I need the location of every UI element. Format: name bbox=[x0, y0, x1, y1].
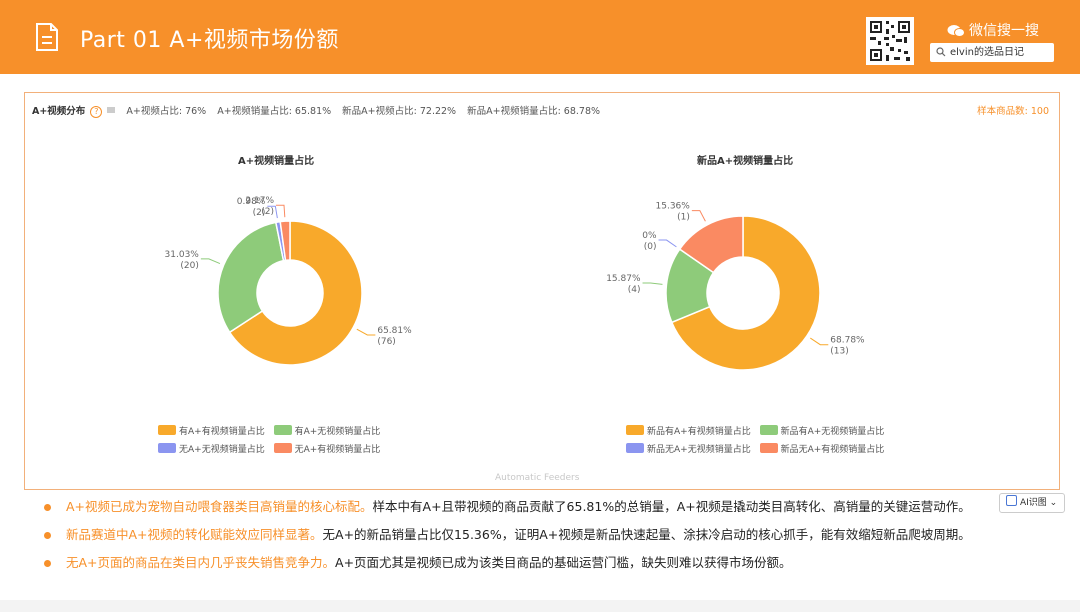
search-icon bbox=[936, 47, 946, 57]
bullet-item: 无A+页面的商品在类目内几乎丧失销售竞争力。A+页面尤其是视频已成为该类目商品的… bbox=[44, 554, 971, 582]
legend-item[interactable]: 新品有A+无视频销量占比 bbox=[759, 424, 884, 437]
bullet-item: A+视频已成为宠物自动喂食器类目高销量的核心标配。样本中有A+且带视频的商品贡献… bbox=[44, 498, 971, 526]
legend-item[interactable]: 新品无A+无视频销量占比 bbox=[626, 442, 751, 455]
slice-percent-label: 15.87% bbox=[606, 274, 641, 284]
bottom-margin bbox=[0, 600, 1080, 612]
legend-item[interactable]: 有A+有视频销量占比 bbox=[158, 424, 265, 437]
ai-image-button[interactable]: AI识图 ⌄ bbox=[999, 493, 1065, 513]
search-input[interactable]: elvin的选品日记 bbox=[930, 43, 1054, 62]
page-title: Part 01 A+视频市场份额 bbox=[80, 28, 339, 53]
bullet-item: 新品赛道中A+视频的转化赋能效应同样显著。无A+的新品销量占比仅15.36%，证… bbox=[44, 526, 971, 554]
legend-item[interactable]: 无A+无视频销量占比 bbox=[158, 442, 265, 455]
qr-code-icon[interactable] bbox=[866, 17, 914, 65]
document-icon bbox=[36, 23, 58, 51]
slice-percent-label: 0% bbox=[642, 231, 657, 241]
slice-count-label: (13) bbox=[830, 347, 848, 357]
slice-count-label: (1) bbox=[677, 213, 690, 223]
legend-item[interactable]: 新品有A+有视频销量占比 bbox=[626, 424, 751, 437]
label-leader-line bbox=[642, 282, 663, 285]
search-input-value: elvin的选品日记 bbox=[950, 47, 1024, 58]
legend-chart-1: 有A+有视频销量占比 有A+无视频销量占比 无A+无视频销量占比 无A+有视频销… bbox=[158, 424, 386, 460]
legend-item[interactable]: 新品无A+有视频销量占比 bbox=[759, 442, 884, 455]
header-bar: Part 01 A+视频市场份额 微信搜一搜 elvin的选品日记 bbox=[0, 0, 1080, 74]
watermark: Automatic Feeders bbox=[495, 473, 580, 483]
legend-item[interactable]: 无A+有视频销量占比 bbox=[273, 442, 380, 455]
wechat-search-label: 微信搜一搜 bbox=[947, 20, 1039, 40]
slice-percent-label: 68.78% bbox=[830, 336, 865, 346]
slice-count-label: (4) bbox=[628, 285, 641, 295]
label-leader-line bbox=[691, 210, 706, 222]
label-leader-line bbox=[810, 337, 829, 346]
label-leader-line bbox=[658, 239, 677, 248]
slice-percent-label: 15.36% bbox=[656, 202, 691, 212]
legend-chart-2: 新品有A+有视频销量占比 新品有A+无视频销量占比 新品无A+无视频销量占比 新… bbox=[626, 424, 890, 460]
chart-panel: A+视频分布 ? A+视频占比: 76% A+视频销量占比: 65.81% 新品… bbox=[24, 92, 1060, 490]
legend-item[interactable]: 有A+无视频销量占比 bbox=[273, 424, 380, 437]
wechat-icon bbox=[947, 25, 965, 37]
slice-count-label: (0) bbox=[644, 242, 657, 252]
ai-icon bbox=[1006, 495, 1017, 506]
pie-chart-new-product-sales-share: 68.78%(13) 15.87%(4) 0%(0) 15.36%(1) bbox=[606, 202, 865, 371]
summary-bullets: A+视频已成为宠物自动喂食器类目高销量的核心标配。样本中有A+且带视频的商品贡献… bbox=[44, 498, 971, 582]
